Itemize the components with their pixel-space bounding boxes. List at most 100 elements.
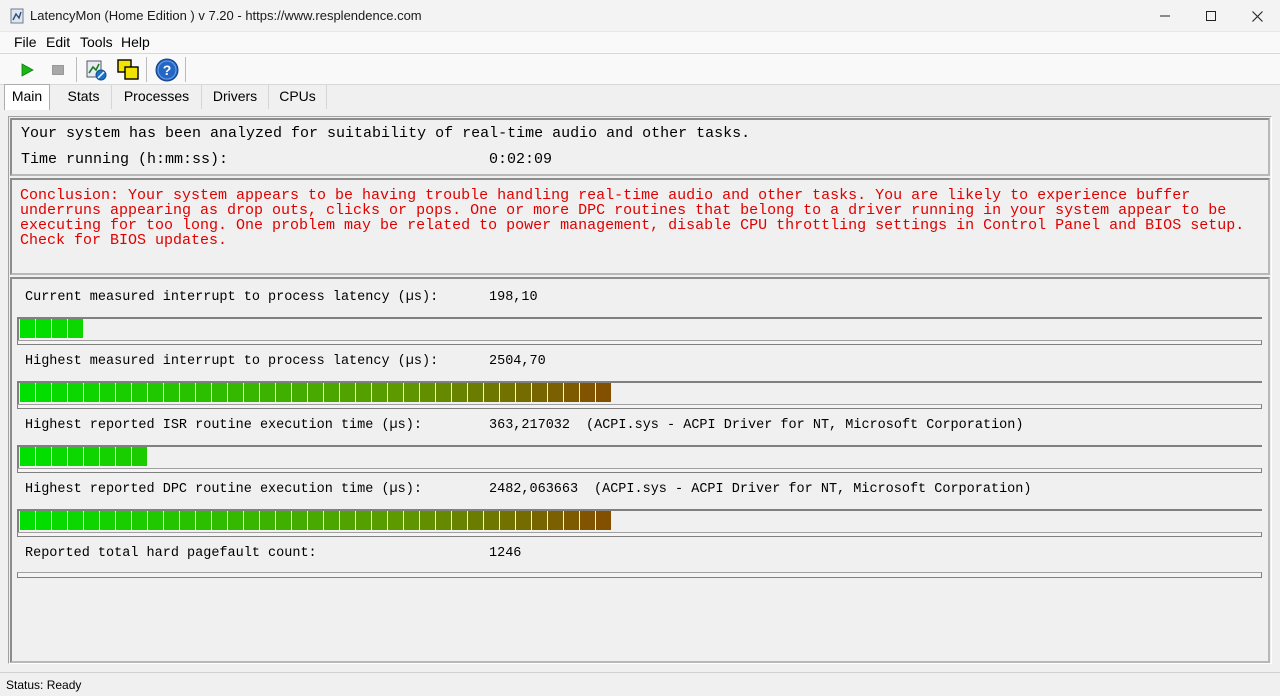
- bar-segment: [324, 383, 340, 402]
- bar-segment: [452, 511, 468, 530]
- current-latency-value: 198,10: [489, 290, 538, 305]
- tab-main[interactable]: Main: [4, 84, 50, 110]
- bar-segment: [180, 511, 196, 530]
- bar-segment: [196, 383, 212, 402]
- current-latency-bar-fill: [20, 319, 84, 338]
- windows-button[interactable]: [115, 57, 141, 83]
- toolbar-separator: [146, 57, 147, 82]
- bar-segment: [116, 383, 132, 402]
- help-icon: ?: [155, 58, 179, 82]
- bar-segment: [20, 383, 36, 402]
- bar-segment: [52, 447, 68, 466]
- bar-segment: [20, 511, 36, 530]
- dpc-time-bar-fill: [20, 511, 612, 530]
- toolbar-separator: [76, 57, 77, 82]
- pagefault-count-label: Reported total hard pagefault count:: [25, 546, 317, 561]
- svg-text:?: ?: [163, 62, 172, 78]
- bar-segment: [468, 383, 484, 402]
- bar-segment: [244, 383, 260, 402]
- bar-segment: [564, 383, 580, 402]
- dpc-time-bar: [17, 509, 1262, 534]
- bar-segment: [180, 383, 196, 402]
- tab-cpus[interactable]: CPUs: [269, 85, 327, 109]
- current-latency-bar-track: [17, 340, 1262, 345]
- bar-segment: [20, 447, 36, 466]
- isr-time-bar: [17, 445, 1262, 470]
- start-button[interactable]: [14, 57, 40, 83]
- conclusion-text: Conclusion: Your system appears to be ha…: [20, 187, 1245, 249]
- bar-segment: [100, 511, 116, 530]
- bar-segment: [68, 447, 84, 466]
- windows-icon: [117, 59, 139, 80]
- bar-segment: [580, 383, 596, 402]
- menu-tools[interactable]: Tools: [80, 34, 113, 50]
- bar-segment: [52, 383, 68, 402]
- bar-segment: [36, 447, 52, 466]
- bar-segment: [532, 511, 548, 530]
- isr-time-bar-fill: [20, 447, 148, 466]
- current-latency-bar: [17, 317, 1262, 342]
- minimize-icon: [1160, 15, 1170, 17]
- bar-segment: [36, 511, 52, 530]
- bar-segment: [164, 511, 180, 530]
- menu-bar: File Edit Tools Help: [0, 32, 1280, 53]
- dpc-time-value: 2482,063663: [489, 482, 579, 497]
- bar-segment: [420, 383, 436, 402]
- bar-segment: [436, 383, 452, 402]
- bar-segment: [132, 383, 148, 402]
- status-bar: Status: Ready: [0, 672, 1280, 696]
- bar-segment: [580, 511, 596, 530]
- tab-drivers[interactable]: Drivers: [202, 85, 269, 109]
- bar-segment: [484, 511, 500, 530]
- bar-segment: [260, 511, 276, 530]
- isr-time-value: 363,217032: [489, 418, 571, 433]
- bar-segment: [308, 383, 324, 402]
- menu-help[interactable]: Help: [121, 34, 150, 50]
- help-button[interactable]: ?: [154, 57, 180, 83]
- bar-segment: [148, 511, 164, 530]
- bar-segment: [484, 383, 500, 402]
- bar-segment: [532, 383, 548, 402]
- bar-segment: [596, 383, 612, 402]
- title-bar: LatencyMon (Home Edition ) v 7.20 - http…: [0, 0, 1280, 32]
- bar-segment: [516, 383, 532, 402]
- bar-segment: [564, 511, 580, 530]
- bar-segment: [148, 383, 164, 402]
- bar-segment: [100, 383, 116, 402]
- highest-latency-label: Highest measured interrupt to process la…: [25, 354, 439, 369]
- bar-segment: [340, 383, 356, 402]
- bar-segment: [228, 383, 244, 402]
- bar-segment: [516, 511, 532, 530]
- dpc-driver-info: (ACPI.sys - ACPI Driver for NT, Microsof…: [594, 482, 1032, 497]
- bar-segment: [116, 447, 132, 466]
- bar-segment: [388, 383, 404, 402]
- bar-segment: [212, 511, 228, 530]
- tab-stats[interactable]: Stats: [56, 85, 112, 109]
- menu-edit[interactable]: Edit: [46, 34, 70, 50]
- bar-segment: [436, 511, 452, 530]
- toolbar-separator: [185, 57, 186, 82]
- toolbar: ?: [0, 54, 1280, 85]
- dpc-time-bar-track: [17, 532, 1262, 537]
- menu-file[interactable]: File: [14, 34, 37, 50]
- maximize-button[interactable]: [1188, 0, 1234, 32]
- bar-segment: [100, 447, 116, 466]
- bar-segment: [292, 511, 308, 530]
- tab-processes[interactable]: Processes: [112, 85, 202, 109]
- bar-segment: [324, 511, 340, 530]
- bar-segment: [132, 511, 148, 530]
- bar-segment: [84, 383, 100, 402]
- bar-segment: [68, 383, 84, 402]
- stop-button[interactable]: [45, 57, 71, 83]
- bar-segment: [356, 383, 372, 402]
- window-title: LatencyMon (Home Edition ) v 7.20 - http…: [30, 8, 422, 23]
- minimize-button[interactable]: [1142, 0, 1188, 32]
- time-running-value: 0:02:09: [489, 151, 553, 168]
- bar-segment: [596, 511, 612, 530]
- bar-segment: [276, 511, 292, 530]
- bar-segment: [292, 383, 308, 402]
- report-button[interactable]: [83, 57, 109, 83]
- bar-segment: [20, 319, 36, 338]
- close-button[interactable]: [1234, 0, 1280, 32]
- pagefault-bar-track: [17, 572, 1262, 578]
